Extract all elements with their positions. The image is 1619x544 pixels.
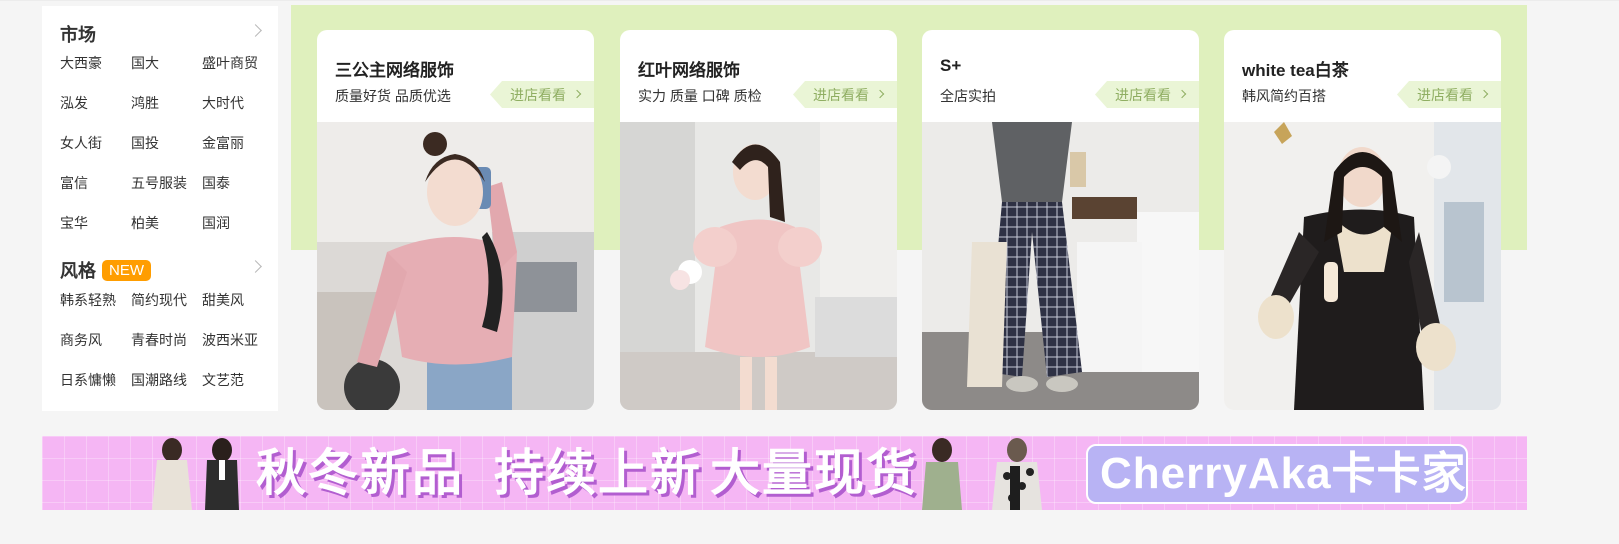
style-item[interactable]: 文艺范 — [202, 370, 275, 410]
promo-banner[interactable]: 秋冬新品 持续上新 大量现货 CherryAka卡卡家 — [42, 436, 1527, 510]
style-item[interactable]: 简约现代 — [131, 290, 202, 330]
market-title: 市场 — [60, 25, 96, 45]
banner-slogan-1: 秋冬新品 — [256, 445, 464, 501]
style-item[interactable]: 波西米亚 — [202, 330, 275, 370]
style-item[interactable]: 日系慵懒 — [60, 370, 131, 410]
shop-card[interactable]: white tea白茶 韩风简约百搭 进店看看 — [1224, 30, 1501, 410]
enter-shop-button[interactable]: 进店看看 — [1397, 81, 1501, 108]
banner-slogan-3: 大量现货 — [710, 445, 918, 501]
style-item[interactable]: 韩系轻熟 — [60, 290, 131, 330]
style-list: 韩系轻熟 简约现代 甜美风 商务风 青春时尚 波西米亚 日系慵懒 国潮路线 文艺… — [60, 290, 275, 410]
market-item[interactable]: 金富丽 — [202, 133, 275, 173]
shop-tagline: 质量好货 品质优选 — [335, 88, 451, 104]
enter-shop-button[interactable]: 进店看看 — [490, 81, 594, 108]
enter-shop-label: 进店看看 — [1115, 87, 1171, 103]
market-item[interactable]: 大时代 — [202, 93, 275, 133]
shop-name: white tea白茶 — [1242, 61, 1349, 80]
style-chevron-right-icon[interactable] — [249, 260, 262, 273]
enter-shop-label: 进店看看 — [510, 87, 566, 103]
chevron-right-icon — [1479, 89, 1489, 99]
brand-logo-box: CherryAka卡卡家 — [1086, 444, 1468, 504]
shop-card[interactable]: S+ 全店实拍 进店看看 — [922, 30, 1199, 410]
style-item[interactable]: 商务风 — [60, 330, 131, 370]
market-item[interactable]: 柏美 — [131, 213, 202, 253]
shop-card[interactable]: 三公主网络服饰 质量好货 品质优选 进店看看 — [317, 30, 594, 410]
enter-shop-label: 进店看看 — [1417, 87, 1473, 103]
banner-models-image-right — [922, 438, 1042, 510]
top-divider — [0, 0, 1619, 1]
shop-product-photo[interactable] — [620, 122, 897, 410]
market-item[interactable]: 大西豪 — [60, 53, 131, 93]
enter-shop-label: 进店看看 — [813, 87, 869, 103]
shop-name: 红叶网络服饰 — [638, 61, 740, 80]
market-list: 大西豪 国大 盛叶商贸 泓发 鸿胜 大时代 女人街 国投 金富丽 富信 五号服装… — [60, 53, 275, 253]
market-item[interactable]: 泓发 — [60, 93, 131, 133]
market-item[interactable]: 女人街 — [60, 133, 131, 173]
shop-tagline: 全店实拍 — [940, 88, 996, 104]
style-section-header[interactable]: 风格 NEW — [60, 257, 270, 283]
style-item[interactable]: 青春时尚 — [131, 330, 202, 370]
market-item[interactable]: 国大 — [131, 53, 202, 93]
market-section-header[interactable]: 市场 — [60, 21, 270, 47]
market-item[interactable]: 盛叶商贸 — [202, 53, 275, 93]
market-item[interactable]: 宝华 — [60, 213, 131, 253]
market-item[interactable]: 国润 — [202, 213, 275, 253]
chevron-right-icon — [875, 89, 885, 99]
chevron-right-icon — [1177, 89, 1187, 99]
category-sidebar: 市场 大西豪 国大 盛叶商贸 泓发 鸿胜 大时代 女人街 国投 金富丽 富信 五… — [42, 6, 278, 411]
shop-name: 三公主网络服饰 — [335, 61, 454, 80]
shop-name: S+ — [940, 56, 962, 75]
brand-name: CherryAka卡卡家 — [1100, 449, 1467, 498]
shop-card[interactable]: 红叶网络服饰 实力 质量 口碑 质检 进店看看 — [620, 30, 897, 410]
chevron-right-icon — [572, 89, 582, 99]
shop-product-photo[interactable] — [922, 122, 1199, 410]
market-item[interactable]: 国投 — [131, 133, 202, 173]
banner-slogan-2: 持续上新 — [494, 445, 702, 501]
shop-product-photo[interactable] — [1224, 122, 1501, 410]
market-item[interactable]: 富信 — [60, 173, 131, 213]
style-item[interactable]: 甜美风 — [202, 290, 275, 330]
new-badge: NEW — [102, 259, 151, 281]
enter-shop-button[interactable]: 进店看看 — [793, 81, 897, 108]
market-chevron-right-icon[interactable] — [249, 24, 262, 37]
shop-tagline: 实力 质量 口碑 质检 — [638, 88, 762, 104]
market-item[interactable]: 鸿胜 — [131, 93, 202, 133]
style-item[interactable]: 国潮路线 — [131, 370, 202, 410]
style-title: 风格 — [60, 261, 96, 281]
shop-product-photo[interactable] — [317, 122, 594, 410]
market-item[interactable]: 国泰 — [202, 173, 275, 213]
shop-tagline: 韩风简约百搭 — [1242, 88, 1326, 104]
market-item[interactable]: 五号服装 — [131, 173, 202, 213]
enter-shop-button[interactable]: 进店看看 — [1095, 81, 1199, 108]
